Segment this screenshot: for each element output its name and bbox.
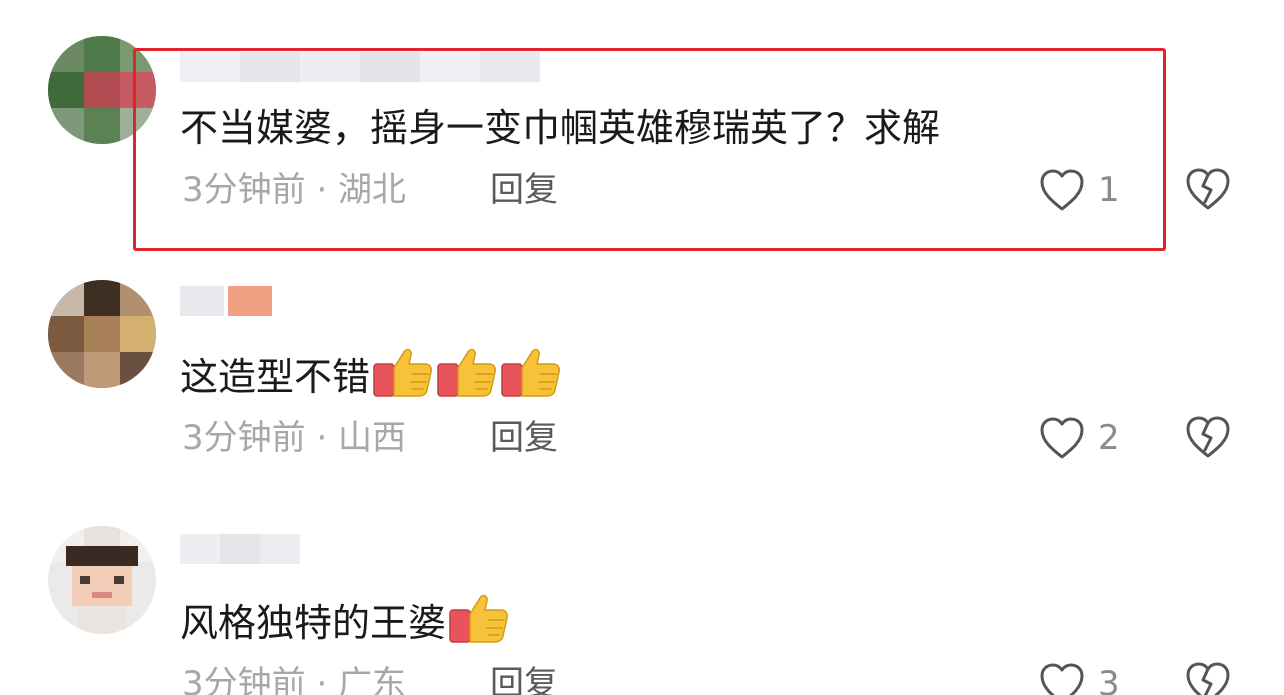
- thumbs-up-emoji: [434, 348, 498, 399]
- broken-heart-icon: [1184, 416, 1232, 464]
- like-button[interactable]: 3: [1038, 660, 1120, 695]
- like-count: 1: [1098, 170, 1120, 210]
- time-location: 3分钟前 · 湖北: [182, 170, 407, 210]
- reply-button[interactable]: 回复: [490, 418, 558, 458]
- like-button[interactable]: 1: [1038, 166, 1120, 214]
- comment-meta: 3分钟前 · 湖北: [182, 170, 406, 210]
- avatar[interactable]: [48, 526, 156, 634]
- heart-outline-icon: [1038, 415, 1086, 461]
- dislike-button[interactable]: [1184, 166, 1232, 214]
- username[interactable]: [180, 52, 540, 82]
- username[interactable]: [180, 286, 276, 316]
- dislike-button[interactable]: [1184, 414, 1232, 462]
- thumbs-up-emoji: [446, 594, 510, 645]
- thumbs-up-emoji: [498, 348, 562, 399]
- heart-outline-icon: [1038, 661, 1086, 695]
- time-location: 3分钟前 · 广东: [182, 664, 407, 695]
- comment-meta: 3分钟前 · 广东: [182, 664, 406, 695]
- avatar[interactable]: [48, 36, 156, 144]
- broken-heart-icon: [1184, 168, 1232, 216]
- dislike-button[interactable]: [1184, 660, 1232, 695]
- heart-outline-icon: [1038, 167, 1086, 213]
- avatar[interactable]: [48, 280, 156, 388]
- like-count: 3: [1098, 664, 1120, 695]
- comment-list: 不当媒婆，摇身一变巾帼英雄穆瑞英了？求解 3分钟前 · 湖北 回复 1 这造型不…: [0, 0, 1284, 695]
- comment-meta: 3分钟前 · 山西: [182, 418, 406, 458]
- comment-text: 不当媒婆，摇身一变巾帼英雄穆瑞英了？求解: [180, 106, 941, 150]
- time-location: 3分钟前 · 山西: [182, 418, 407, 458]
- like-button[interactable]: 2: [1038, 414, 1120, 462]
- reply-button[interactable]: 回复: [490, 664, 558, 695]
- username[interactable]: [180, 534, 300, 564]
- comment-text: 这造型不错: [180, 346, 562, 401]
- comment-text: 风格独特的王婆: [180, 592, 510, 647]
- thumbs-up-emoji: [370, 348, 434, 399]
- broken-heart-icon: [1184, 662, 1232, 695]
- like-count: 2: [1098, 418, 1120, 458]
- reply-button[interactable]: 回复: [490, 170, 558, 210]
